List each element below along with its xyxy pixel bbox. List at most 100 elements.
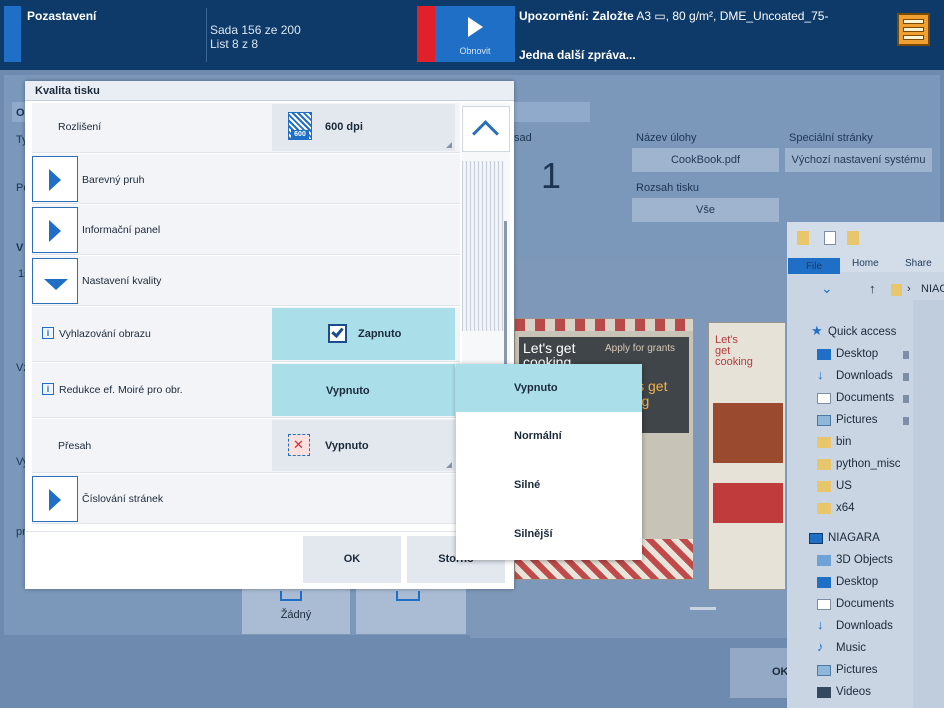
batch-line-2: List 8 z 8 [210,37,259,51]
collapse-icon[interactable] [32,258,78,304]
explorer-item-label: 3D Objects [836,554,893,566]
pin-icon[interactable] [903,373,909,381]
tab-file[interactable]: File [788,258,840,275]
breadcrumb[interactable]: NIAGA [921,283,944,295]
properties-icon[interactable] [824,231,836,245]
music-icon: ♪ [817,639,824,654]
expand-icon[interactable] [32,156,78,202]
copies-label: sad [514,132,532,144]
expand-icon[interactable] [32,207,78,253]
background-ok-button[interactable]: OK [730,648,789,698]
info-panel-row[interactable]: Informační panel [32,205,460,255]
expand-icon[interactable] [32,476,78,522]
scroll-up-button[interactable] [462,106,510,152]
explorer-item[interactable]: ★ Quick access [787,323,917,345]
tab-share[interactable]: Share [905,258,932,269]
job-name-label: Název úlohy [636,132,697,144]
explorer-item[interactable]: ↓ Downloads [787,367,917,389]
star-icon: ★ [811,323,823,338]
info-icon[interactable]: i [42,327,54,339]
breadcrumb-separator: › [907,283,911,295]
explorer-item-label: python_misc [836,458,901,470]
resolution-select[interactable]: 600 600 dpi [272,104,455,151]
explorer-item[interactable]: Desktop [787,573,917,595]
tab-label: O [16,107,25,119]
print-range-field[interactable]: Vše [632,198,779,222]
explorer-item[interactable]: Pictures [787,411,917,433]
info-panel-label: Informační panel [82,224,161,236]
chevron-up-icon [472,120,499,147]
explorer-item[interactable]: US [787,477,917,499]
dropdown-option[interactable]: Silnější [456,510,642,558]
explorer-item-label: bin [836,436,852,448]
explorer-item[interactable]: bin [787,433,917,455]
chevron-down-icon[interactable]: ⌄ [821,280,833,297]
pictures-icon [817,415,831,426]
color-bar-row[interactable]: Barevný pruh [32,154,460,204]
videos-icon [817,687,831,698]
explorer-scrollbar[interactable] [913,300,944,708]
warning-message[interactable]: Upozornění: Založte A3 ▭, 80 g/m², DME_U… [519,9,828,23]
explorer-item[interactable]: ↓ Downloads [787,617,917,639]
print-quality-dialog: Kvalita tisku Rozlišení 600 600 dpi Bare… [25,81,514,589]
explorer-item-label: Music [836,642,867,654]
explorer-item[interactable]: Pictures [787,661,917,683]
page-numbering-row[interactable]: Číslování stránek [32,474,460,524]
smoothing-toggle[interactable]: Zapnuto [272,308,455,360]
moire-value: Vypnuto [326,385,370,397]
warning-prefix: Upozornění: Založte [519,9,634,23]
explorer-item[interactable]: NIAGARA [787,529,917,551]
overlap-label: Přesah [58,440,92,452]
tab-home[interactable]: Home [852,258,879,269]
dropdown-option[interactable]: Normální [456,412,642,460]
resume-button[interactable]: Obnovit [435,6,515,62]
documents-icon [817,599,831,610]
scroll-track[interactable] [462,161,504,331]
quality-settings-row[interactable]: Nastavení kvality [32,256,460,306]
dropdown-option[interactable]: Vypnuto [456,364,642,412]
explorer-item[interactable]: 3D Objects [787,551,917,573]
up-arrow-icon[interactable]: ↑ [869,281,876,296]
pin-icon[interactable] [903,395,909,403]
explorer-item[interactable]: ♪ Music [787,639,917,661]
folder-icon [817,437,831,448]
explorer-item[interactable]: python_misc [787,455,917,477]
explorer-item[interactable]: Videos [787,683,917,705]
explorer-item-label: Downloads [836,370,893,382]
resume-label: Obnovit [459,46,491,56]
copies-value[interactable]: 1 [541,155,561,197]
status-indicator [4,6,21,62]
status-title: Pozastavení [27,9,97,23]
menu-icon[interactable] [897,13,930,46]
job-name-field[interactable]: CookBook.pdf [632,148,779,172]
alert-indicator [417,6,435,62]
overlap-select[interactable]: ✕ Vypnuto [272,420,455,471]
dropdown-option[interactable]: Silné [456,461,642,509]
none-icon [280,591,302,601]
pin-icon[interactable] [903,351,909,359]
checkbox-icon[interactable] [328,324,347,343]
secondary-button[interactable] [356,589,466,634]
moire-label: Redukce ef. Moiré pro obr. [59,384,183,396]
moire-select[interactable]: Vypnuto [272,364,455,416]
moire-dropdown: Vypnuto Normální Silné Silnější [456,364,642,560]
smoothing-row: i Vyhlazování obrazu Zapnuto [32,307,460,362]
page-numbering-label: Číslování stránek [82,493,164,505]
explorer-item[interactable]: x64 [787,499,917,521]
more-messages[interactable]: Jedna další zpráva... [519,48,636,62]
explorer-item-label: Videos [836,686,871,698]
special-pages-field[interactable]: Výchozí nastavení systému [785,148,932,172]
none-button[interactable]: Žádný [242,589,350,634]
ok-button[interactable]: OK [303,536,401,583]
smoothing-value: Zapnuto [358,328,402,340]
desktop-icon [817,349,831,360]
new-folder-icon[interactable] [847,231,859,245]
pin-icon[interactable] [903,417,909,425]
explorer-item[interactable]: Documents [787,389,917,411]
info-icon[interactable]: i [42,383,54,395]
folder-icon [817,459,831,470]
explorer-item[interactable]: Desktop [787,345,917,367]
explorer-item[interactable]: Documents [787,595,917,617]
divider [206,8,207,62]
top-status-bar: Pozastavení Sada 156 ze 200 List 8 z 8 O… [0,0,944,70]
